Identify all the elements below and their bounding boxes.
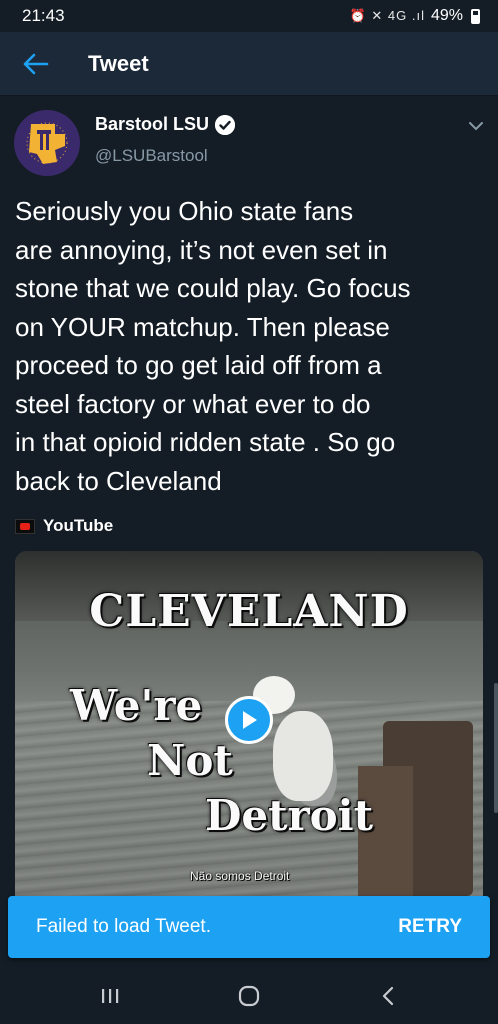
video-caption-line: We're: [70, 681, 203, 730]
status-indicators: ⏰ ✕ 4G .ıl 49%: [350, 7, 480, 25]
tweet-menu-button[interactable]: [468, 118, 484, 136]
arrow-left-icon: [23, 53, 49, 74]
avatar[interactable]: [14, 110, 80, 176]
battery-icon: [471, 8, 480, 24]
thumbnail-gull: [273, 711, 333, 801]
scrollbar[interactable]: [494, 683, 498, 813]
tweet-detail: Barstool LSU @LSUBarstool Seriously you …: [0, 96, 498, 896]
recent-apps-button[interactable]: [80, 971, 140, 1021]
youtube-icon: [15, 518, 35, 534]
media-source-label: YouTube: [43, 516, 114, 535]
video-thumbnail[interactable]: CLEVELAND We're Not Detroit Não somos De…: [15, 551, 483, 896]
status-bar: 21:43 ⏰ ✕ 4G .ıl 49%: [0, 0, 498, 32]
verified-badge-icon: [215, 114, 236, 135]
tweet-text-line: stone that we could play. Go focus: [15, 273, 411, 303]
tweet-text-line: Seriously you Ohio state fans: [15, 196, 354, 226]
toast-message: Failed to load Tweet.: [36, 916, 211, 937]
play-button[interactable]: [225, 696, 273, 744]
page-title: Tweet: [88, 50, 149, 76]
tweet-text-line: on YOUR matchup. Then please: [15, 311, 390, 342]
back-button[interactable]: [6, 32, 66, 96]
chevron-down-icon: [469, 122, 483, 131]
video-subtitle: Não somos Detroit: [190, 869, 290, 883]
recent-apps-icon: [101, 989, 118, 1003]
status-time: 21:43: [22, 6, 65, 25]
battery-percent: 49%: [430, 7, 463, 24]
home-icon: [238, 985, 260, 1007]
play-icon: [243, 711, 257, 729]
error-toast: Failed to load Tweet. RETRY: [8, 896, 490, 958]
tweet-text-line: back to Cleveland: [15, 465, 222, 496]
user-handle[interactable]: @LSUBarstool: [95, 146, 208, 166]
system-nav-bar: [0, 968, 498, 1024]
retry-button[interactable]: RETRY: [398, 916, 462, 938]
home-button[interactable]: [219, 971, 279, 1021]
chevron-left-icon: [383, 986, 394, 1006]
video-caption-line: Not: [147, 736, 233, 785]
tweet-text-line: in that opioid ridden state . So go: [15, 427, 396, 457]
tweet-text-line: are annoying, it’s not even set in: [15, 234, 388, 265]
app-bar: Tweet: [0, 32, 498, 96]
media-source[interactable]: YouTube: [15, 516, 113, 536]
video-title-text: CLEVELAND: [89, 586, 409, 637]
display-name-text: Barstool LSU: [95, 114, 210, 134]
tweet-text-line: proceed to go get laid off from a: [15, 350, 382, 380]
tweet-text-line: steel factory or what ever to do: [15, 388, 371, 419]
lsu-logo-icon: [26, 122, 68, 164]
display-name[interactable]: Barstool LSU: [95, 114, 236, 135]
video-caption-line: Detroit: [205, 791, 374, 840]
tweet-text: Seriously you Ohio state fans are annoyi…: [15, 192, 485, 500]
back-nav-button[interactable]: [358, 971, 418, 1021]
status-icons: ⏰ ✕ 4G .ıl: [349, 8, 425, 23]
